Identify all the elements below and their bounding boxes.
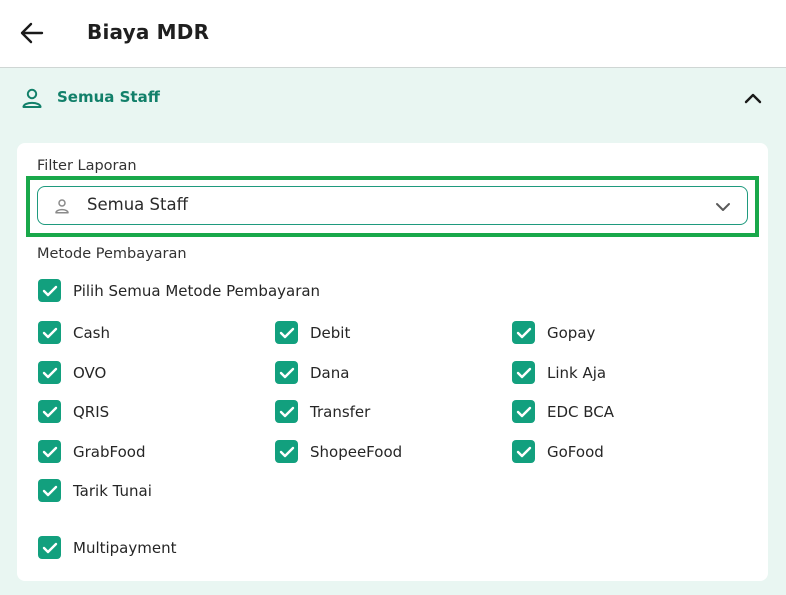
checkbox-edc-bca[interactable]: EDC BCA: [512, 400, 614, 423]
checkbox-label: Tarik Tunai: [73, 481, 152, 500]
checkbox-box[interactable]: [38, 361, 61, 384]
checkbox-label: Debit: [310, 323, 351, 342]
checkmark-icon: [516, 446, 531, 457]
checkbox-label: QRIS: [73, 402, 110, 421]
checkbox-label: Pilih Semua Metode Pembayaran: [73, 281, 321, 300]
checkbox-link-aja[interactable]: Link Aja: [512, 361, 606, 384]
person-icon: [22, 88, 42, 108]
checkbox-dana[interactable]: Dana: [275, 361, 349, 384]
checkbox-box[interactable]: [512, 400, 535, 423]
checkbox-label: ShopeeFood: [310, 442, 403, 461]
checkmark-icon: [279, 367, 294, 378]
person-icon: [55, 199, 69, 214]
checkmark-icon: [516, 327, 531, 338]
checkbox-label: Gopay: [547, 323, 596, 342]
chevron-up-icon[interactable]: [741, 88, 765, 108]
checkbox-tarik-tunai[interactable]: Tarik Tunai: [38, 479, 152, 502]
staff-section-header[interactable]: Semua Staff: [0, 68, 786, 128]
checkbox-box[interactable]: [38, 536, 61, 559]
filter-label: Filter Laporan: [37, 158, 137, 174]
checkbox-grabfood[interactable]: GrabFood: [38, 440, 145, 463]
checkbox-label: GoFood: [547, 442, 604, 461]
checkbox-gofood[interactable]: GoFood: [512, 440, 604, 463]
checkbox-transfer[interactable]: Transfer: [275, 400, 370, 423]
checkmark-icon: [279, 406, 294, 417]
checkbox-label: Transfer: [310, 402, 371, 421]
checkmark-icon: [42, 485, 57, 496]
checkbox-shopeefood[interactable]: ShopeeFood: [275, 440, 402, 463]
checkbox-box[interactable]: [38, 321, 61, 344]
checkmark-icon: [42, 327, 57, 338]
arrow-left-icon: [20, 22, 44, 44]
checkmark-icon: [42, 406, 57, 417]
checkbox-multipayment[interactable]: Multipayment: [38, 536, 176, 559]
checkbox-box[interactable]: [512, 440, 535, 463]
checkmark-icon: [42, 542, 57, 553]
checkmark-icon: [279, 327, 294, 338]
checkbox-box[interactable]: [275, 440, 298, 463]
checkbox-label: GrabFood: [73, 442, 146, 461]
checkbox-box[interactable]: [275, 361, 298, 384]
checkbox-qris[interactable]: QRIS: [38, 400, 109, 423]
checkbox-cash[interactable]: Cash: [38, 321, 110, 344]
checkmark-icon: [279, 446, 294, 457]
checkbox-box[interactable]: [38, 479, 61, 502]
checkbox-label: OVO: [73, 363, 107, 382]
checkbox-box[interactable]: [275, 321, 298, 344]
checkmark-icon: [516, 367, 531, 378]
checkmark-icon: [42, 285, 57, 296]
checkbox-box[interactable]: [512, 361, 535, 384]
checkbox-box[interactable]: [38, 440, 61, 463]
checkbox-gopay[interactable]: Gopay: [512, 321, 595, 344]
page-title: Biaya MDR: [87, 20, 210, 44]
staff-select[interactable]: Semua Staff: [37, 186, 748, 225]
checkbox-box[interactable]: [512, 321, 535, 344]
checkbox-label: Dana: [310, 363, 350, 382]
checkbox-box[interactable]: [275, 400, 298, 423]
checkbox-box[interactable]: [38, 279, 61, 302]
chevron-down-icon: [716, 203, 730, 211]
checkmark-icon: [42, 446, 57, 457]
staff-select-value: Semua Staff: [87, 195, 188, 214]
checkbox-box[interactable]: [38, 400, 61, 423]
checkbox-label: Multipayment: [73, 538, 177, 557]
checkbox-select-all[interactable]: Pilih Semua Metode Pembayaran: [38, 279, 320, 302]
checkbox-debit[interactable]: Debit: [275, 321, 350, 344]
checkbox-label: Cash: [73, 323, 110, 342]
checkmark-icon: [516, 406, 531, 417]
top-app-bar: Biaya MDR: [0, 0, 786, 68]
staff-section-label: Semua Staff: [57, 88, 160, 106]
checkbox-ovo[interactable]: OVO: [38, 361, 106, 384]
checkmark-icon: [42, 367, 57, 378]
checkbox-label: Link Aja: [547, 363, 607, 382]
back-button[interactable]: [14, 16, 50, 50]
payment-method-label: Metode Pembayaran: [37, 246, 187, 262]
checkbox-label: EDC BCA: [547, 402, 615, 421]
